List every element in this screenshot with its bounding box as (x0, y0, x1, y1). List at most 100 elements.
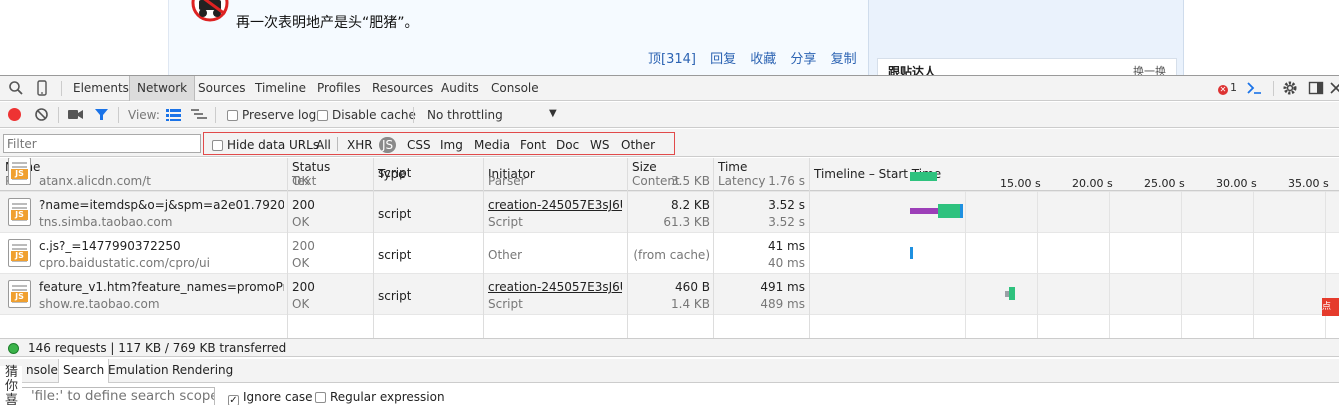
device-mode-icon[interactable] (34, 80, 50, 96)
tab-sources[interactable]: Sources (191, 76, 252, 101)
hide-data-urls-checkbox[interactable]: Hide data URLs (212, 138, 319, 152)
copy-link[interactable]: 复制 (831, 52, 857, 67)
request-time: 3.52 s (768, 198, 805, 212)
request-path: show.re.taobao.com (39, 297, 160, 311)
ignore-case-label: Ignore case (243, 390, 313, 404)
gear-icon[interactable] (1282, 80, 1298, 96)
drawer-tab-console[interactable]: nsole (22, 359, 62, 383)
filter-font[interactable]: Font (517, 137, 549, 153)
request-size: (from cache) (633, 248, 710, 262)
disable-cache-checkbox[interactable]: Disable cache (317, 108, 416, 122)
tabbar-separator (61, 81, 62, 96)
share-link[interactable]: 分享 (790, 52, 816, 67)
column-divider[interactable] (627, 158, 628, 338)
search-input[interactable] (18, 387, 215, 405)
request-path: tns.simba.taobao.com (39, 215, 173, 229)
filter-media[interactable]: Media (471, 137, 513, 153)
regex-label: Regular expression (330, 390, 445, 404)
tab-audits[interactable]: Audits (434, 76, 486, 101)
initiator-link[interactable]: creation-245057E3sJ6U0... (488, 197, 622, 213)
column-divider[interactable] (483, 158, 484, 338)
sidebar-panel: 跟贴达人 换一换 (868, 0, 1184, 75)
tab-console[interactable]: Console (484, 76, 546, 101)
filter-js[interactable]: JS (379, 137, 397, 153)
reply-link[interactable]: 回复 (710, 52, 736, 67)
request-content-size: 61.3 KB (663, 215, 710, 229)
console-drawer-icon[interactable] (1246, 80, 1262, 96)
drawer-tab-emulation[interactable]: Emulation (104, 359, 173, 383)
preserve-log-checkbox[interactable]: Preserve log (227, 108, 316, 122)
tab-elements[interactable]: Elements (66, 76, 136, 101)
post-message: 再一次表明地产是头“肥猪”。 (236, 15, 419, 31)
table-row[interactable]: JS ?name=itemdsp&o=j&spm=a2e01.7920152..… (0, 192, 1339, 233)
throttling-select[interactable]: No throttling ▼ (427, 108, 557, 122)
column-divider[interactable] (713, 158, 714, 338)
column-divider[interactable] (287, 158, 288, 338)
request-status: 200 (292, 280, 315, 294)
overview-icon[interactable] (191, 109, 207, 121)
chevron-down-icon: ▼ (549, 108, 557, 119)
request-status-text: OK (292, 256, 310, 270)
tab-profiles[interactable]: Profiles (310, 76, 368, 101)
js-file-icon: JS (8, 280, 31, 308)
ignore-case-box[interactable] (228, 395, 239, 405)
left-ad-strip[interactable]: 猜你喜 (0, 366, 22, 405)
filter-doc[interactable]: Doc (553, 137, 582, 153)
request-name: feature_v1.htm?feature_names=promoPrice.… (39, 280, 284, 294)
status-dot-icon (8, 343, 19, 354)
column-divider[interactable] (809, 158, 810, 338)
tabbar-separator-right (1273, 81, 1274, 96)
drawer-tab-rendering[interactable]: Rendering (168, 359, 237, 383)
requests-table: NamePath StatusText Type Initiator SizeC… (0, 158, 1339, 338)
timeline-bar-download (1009, 287, 1015, 300)
table-row[interactable]: JS feature_v1.htm?feature_names=promoPri… (0, 274, 1339, 315)
throttling-value: No throttling (427, 108, 503, 122)
favorite-link[interactable]: 收藏 (750, 52, 776, 67)
resource-type-filters: Hide data URLs All XHR JS CSS Img Media … (203, 132, 675, 155)
error-counter[interactable]: ✕ 1 (1218, 81, 1237, 95)
network-status-bar: 146 requests | 117 KB / 769 KB transferr… (0, 338, 1339, 357)
preserve-log-box[interactable] (227, 110, 238, 121)
hide-data-urls-box[interactable] (212, 140, 223, 151)
js-file-icon: JS (8, 158, 31, 185)
inspect-icon[interactable] (8, 80, 24, 96)
tab-network[interactable]: Network (129, 76, 196, 101)
ignore-case-checkbox[interactable]: Ignore case (228, 390, 313, 405)
record-icon[interactable] (8, 108, 21, 121)
dock-side-icon[interactable] (1308, 80, 1324, 96)
right-ad-badge[interactable]: 点我 (1322, 298, 1339, 316)
disable-cache-box[interactable] (317, 110, 328, 121)
filter-all[interactable]: All (313, 137, 334, 153)
regex-box[interactable] (315, 392, 326, 403)
filter-img[interactable]: Img (437, 137, 466, 153)
clear-icon[interactable] (34, 107, 49, 122)
close-icon[interactable] (1328, 80, 1339, 96)
request-latency: 489 ms (760, 297, 805, 311)
request-type: script (378, 207, 412, 221)
filter-xhr[interactable]: XHR (344, 137, 376, 153)
sidebar-refresh-link[interactable]: 换一换 (1133, 63, 1166, 75)
filter-input[interactable] (3, 134, 201, 153)
toolbar-separator-3 (215, 107, 216, 123)
table-row[interactable]: JS atanx.alicdn.com/t OK script Parser 3… (0, 158, 1339, 192)
timeline-gridline (1109, 191, 1110, 338)
filter-css[interactable]: CSS (404, 137, 434, 153)
filter-ws[interactable]: WS (587, 137, 612, 153)
camera-icon[interactable] (67, 108, 84, 121)
timeline-gridline (1253, 191, 1254, 338)
large-rows-icon[interactable] (166, 109, 181, 121)
tab-timeline[interactable]: Timeline (248, 76, 313, 101)
column-divider[interactable] (373, 158, 374, 338)
initiator-link[interactable]: creation-245057E3sJ6U0... (488, 279, 622, 295)
upvote-link[interactable]: 顶[314] (648, 52, 696, 67)
filter-other[interactable]: Other (618, 137, 658, 153)
tab-resources[interactable]: Resources (365, 76, 440, 101)
filter-icon[interactable] (94, 107, 109, 122)
request-status-text: OK (292, 215, 310, 229)
timeline-gridline (1037, 191, 1038, 338)
table-row[interactable]: JS c.js?_=1477990372250 cpro.baidustatic… (0, 233, 1339, 274)
regex-checkbox[interactable]: Regular expression (315, 390, 445, 404)
request-content-size: 1.4 KB (671, 297, 710, 311)
drawer-tab-search[interactable]: Search (58, 359, 110, 383)
hide-data-urls-label: Hide data URLs (227, 138, 320, 152)
